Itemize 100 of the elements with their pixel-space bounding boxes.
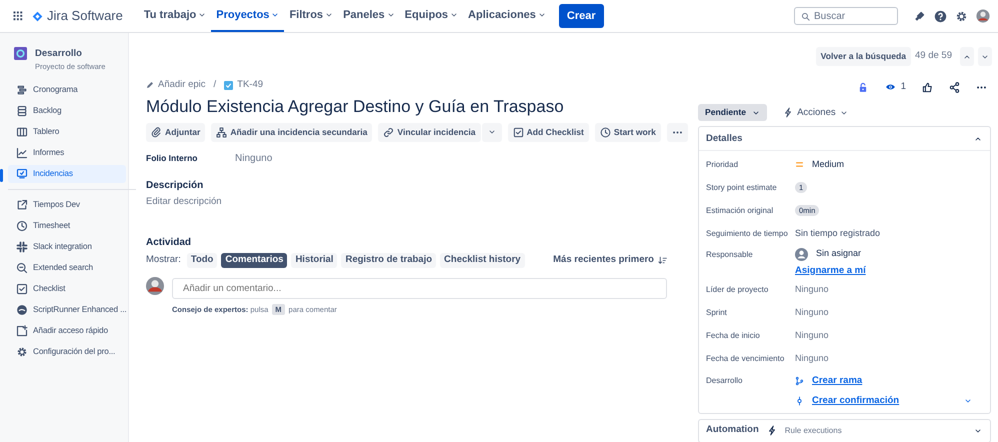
chevron-up-icon[interactable] (974, 134, 982, 143)
board-icon (16, 126, 28, 138)
lightning-icon (766, 425, 777, 436)
hierarchy-icon (216, 126, 228, 138)
field-label: Seguimiento de tiempo (706, 228, 789, 240)
share-icon[interactable] (949, 82, 960, 93)
panel-title: Automation (706, 423, 759, 438)
field-value: Ninguno (795, 306, 829, 319)
sort-button[interactable]: Más recientes primero (553, 253, 667, 268)
toolbar-button[interactable]: Add Checklist (508, 122, 589, 142)
sidebar-item[interactable]: Cronograma (8, 80, 126, 98)
filter-tab[interactable]: Comentarios (221, 253, 288, 268)
chevron-down-icon (981, 52, 989, 60)
back-to-search-button[interactable]: Volver a la búsqueda (816, 47, 912, 66)
field-value: Sin asignar (816, 247, 862, 260)
nav-menu[interactable]: Equipos (400, 0, 464, 32)
caret-icon (386, 11, 395, 19)
nav-menu[interactable]: Paneles (338, 0, 400, 32)
eye-icon (884, 82, 897, 92)
sidebar-item[interactable]: Tablero (8, 122, 126, 140)
issue-title: Módulo Existencia Agregar Destino y Guía en Traspaso (146, 96, 565, 118)
sidebar-item[interactable]: Backlog (8, 102, 126, 120)
field-label: Folio Interno (146, 152, 198, 165)
field-label: Líder de proyecto (706, 284, 770, 296)
help-icon[interactable] (934, 10, 947, 22)
filter-tab[interactable]: Historial (291, 253, 338, 268)
sidebar-item[interactable]: Slack integration (8, 238, 126, 256)
development-link[interactable]: Crear confirmación (812, 394, 900, 408)
nav-menu[interactable]: Filtros (284, 0, 338, 32)
settings-icon[interactable] (955, 10, 968, 22)
caret-icon (752, 108, 760, 117)
section-heading: Actividad (146, 236, 192, 250)
user-icon (795, 248, 808, 260)
search-field[interactable]: Buscar (794, 7, 898, 25)
field-label: Estimación original (706, 204, 774, 217)
project-icon (14, 47, 27, 60)
chevron-down-icon[interactable] (974, 426, 982, 434)
caret-icon (198, 11, 206, 19)
settings-icon (16, 346, 28, 358)
caret-icon (271, 11, 280, 19)
sidebar-item[interactable]: Extended search (8, 258, 126, 276)
toolbar-button[interactable]: Añadir una incidencia secundaria (211, 122, 372, 142)
create-button[interactable]: Crear (558, 4, 604, 28)
nav-menu[interactable]: Proyectos (211, 0, 284, 32)
caret-icon (488, 128, 496, 136)
field-label: Story point estimate (706, 182, 778, 194)
filter-tab[interactable]: Checklist history (440, 253, 525, 268)
sidebar-item[interactable]: Timesheet (8, 216, 126, 234)
sort-icon (658, 256, 667, 265)
field-label: Prioridad (706, 158, 740, 171)
add-epic-link[interactable]: Añadir epic (146, 78, 206, 92)
lightning-icon (783, 107, 794, 118)
sidebar-item[interactable]: Checklist (8, 280, 126, 298)
field-value: Medium (812, 158, 844, 171)
sidebar-item[interactable]: ScriptRunner Enhanced ... (8, 300, 127, 318)
avatar[interactable] (976, 9, 990, 23)
comment-field[interactable]: Añadir un comentario... (172, 278, 667, 299)
field-value: Ninguno (795, 352, 829, 365)
thumbs-up-icon[interactable] (922, 82, 933, 93)
toolbar-button[interactable]: Vincular incidencia (378, 122, 481, 142)
panel-title: Detalles (706, 132, 742, 146)
filter-tab[interactable]: Todo (186, 253, 218, 268)
slack-icon (16, 240, 28, 252)
filter-tab[interactable]: Registro de trabajo (341, 253, 436, 268)
nav-menu[interactable]: Tu trabajo (138, 0, 212, 32)
product-name: Jira Software (47, 7, 123, 26)
app-switcher-icon[interactable] (12, 10, 24, 22)
caret-icon (538, 11, 546, 19)
field-label: Desarrollo (706, 375, 744, 387)
field-label: Responsable (706, 249, 754, 262)
checkbox-icon (512, 126, 524, 138)
description-field[interactable]: Editar descripción (146, 194, 667, 209)
issue-key-link[interactable]: TK-49 (224, 78, 264, 92)
avatar (146, 277, 164, 295)
clock-icon (16, 220, 28, 232)
watch-button[interactable]: 1 (884, 80, 906, 94)
more-button[interactable] (666, 122, 688, 142)
sidebar-item[interactable]: Configuración del pro... (8, 342, 126, 360)
caret-icon (450, 11, 458, 19)
field-label: Fecha de vencimiento (706, 352, 786, 364)
logo-icon (32, 10, 43, 22)
sidebar-item[interactable]: Tiempos Dev (8, 196, 126, 214)
sidebar-item[interactable]: Añadir acceso rápido (8, 322, 126, 340)
sidebar-item[interactable]: Informes (8, 144, 126, 162)
panel-subtitle: Rule executions (784, 424, 842, 436)
lock-icon[interactable] (858, 82, 868, 93)
toolbar-button[interactable]: Adjuntar (146, 122, 206, 142)
paperclip-icon (151, 126, 162, 138)
status-button[interactable]: Pendiente (698, 104, 768, 122)
checkbox-icon (16, 282, 28, 294)
task-icon (224, 80, 234, 90)
nav-menu[interactable]: Aplicaciones (463, 0, 551, 32)
chart-icon (16, 146, 28, 158)
clock-icon (600, 126, 611, 138)
field-label: Sprint (706, 306, 728, 318)
toolbar-button[interactable]: Start work (594, 122, 661, 142)
assign-to-me-link[interactable]: Asignarme a mí (795, 264, 866, 278)
actions-button[interactable]: Acciones (783, 106, 848, 120)
development-link[interactable]: Crear rama (812, 374, 862, 388)
link-icon (383, 126, 394, 138)
